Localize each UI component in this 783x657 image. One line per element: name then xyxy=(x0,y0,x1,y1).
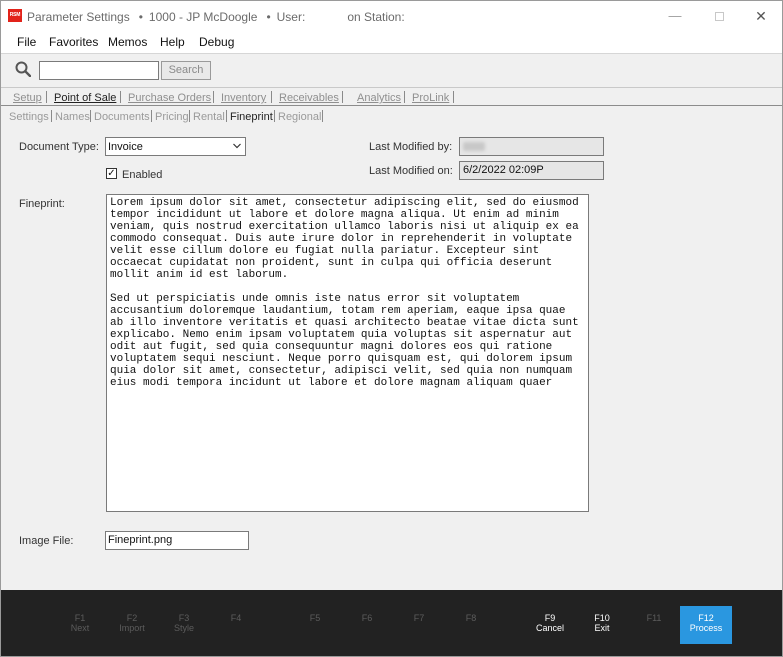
title-store: 1000 - JP McDoogle xyxy=(148,10,258,24)
f7-button[interactable]: F7 xyxy=(393,606,445,644)
fkey-key: F11 xyxy=(646,613,662,623)
image-file-input[interactable]: Fineprint.png xyxy=(105,531,249,550)
fkey-label: Exit xyxy=(594,623,610,633)
window-title: Parameter Settings • 1000 - JP McDoogle • Us… xyxy=(27,10,405,24)
fkey-key: F5 xyxy=(309,613,321,623)
subtab-pricing[interactable]: Pricing xyxy=(155,111,189,123)
subtab-rental[interactable]: Rental xyxy=(193,111,225,123)
fkey-key: F3 xyxy=(178,613,190,623)
fkey-key: F4 xyxy=(230,613,242,623)
subtab-settings[interactable]: Settings xyxy=(9,111,49,123)
fkey-label: Import xyxy=(119,623,145,633)
search-bar: Search xyxy=(1,53,782,86)
menu-file[interactable]: File xyxy=(17,35,36,49)
f12-process-button[interactable]: F12 Process xyxy=(680,606,732,644)
image-file-label: Image File: xyxy=(19,535,74,547)
parameter-settings-window: RSM Parameter Settings • 1000 - JP McDoogl… xyxy=(0,0,783,657)
fineprint-textarea[interactable]: Lorem ipsum dolor sit amet, consectetur … xyxy=(106,194,589,512)
f2-import-button[interactable]: F2 Import xyxy=(106,606,158,644)
f1-next-button[interactable]: F1 Next xyxy=(54,606,106,644)
f8-button[interactable]: F8 xyxy=(445,606,497,644)
menu-help[interactable]: Help xyxy=(160,35,185,49)
fkey-key: F8 xyxy=(465,613,477,623)
document-type-value: Invoice xyxy=(108,141,143,153)
chevron-down-icon xyxy=(233,143,241,149)
subtab-names[interactable]: Names xyxy=(55,111,90,123)
fineprint-label: Fineprint: xyxy=(19,198,65,210)
subtab-regional[interactable]: Regional xyxy=(278,111,321,123)
fkey-key: F12 xyxy=(698,613,714,623)
menu-bar: File Favorites Memos Help Debug xyxy=(1,32,782,53)
f3-style-button[interactable]: F3 Style xyxy=(158,606,210,644)
title-app-name: Parameter Settings xyxy=(27,10,130,24)
tab-setup[interactable]: Setup xyxy=(13,92,42,104)
f11-button[interactable]: F11 xyxy=(628,606,680,644)
menu-favorites[interactable]: Favorites xyxy=(49,35,98,49)
last-modified-on-label: Last Modified on: xyxy=(369,165,453,177)
title-station-label: on Station: xyxy=(347,10,405,24)
last-modified-on-field: 6/2/2022 02:09P xyxy=(459,161,604,180)
fkey-label: Style xyxy=(173,623,194,633)
fkey-key: F9 xyxy=(544,613,556,623)
redacted-user xyxy=(463,142,485,151)
maximize-button[interactable] xyxy=(709,7,729,25)
fkey-key: F2 xyxy=(126,613,138,623)
fkey-key: F6 xyxy=(361,613,373,623)
document-type-select[interactable]: Invoice xyxy=(105,137,246,156)
title-user-label: User: xyxy=(276,10,306,24)
search-input[interactable] xyxy=(39,61,159,80)
minimize-button[interactable]: — xyxy=(665,7,685,25)
fkey-key: F1 xyxy=(74,613,86,623)
last-modified-by-label: Last Modified by: xyxy=(369,141,453,153)
menu-debug[interactable]: Debug xyxy=(199,35,234,49)
menu-memos[interactable]: Memos xyxy=(108,35,147,49)
app-logo: RSM xyxy=(8,9,22,22)
f9-cancel-button[interactable]: F9 Cancel xyxy=(524,606,576,644)
last-modified-by-field xyxy=(459,137,604,156)
f5-button[interactable]: F5 xyxy=(289,606,341,644)
function-key-bar: F1 Next F2 Import F3 Style F4 F5 F6 F7 F8 F… xyxy=(1,590,782,656)
main-tab-row: Setup Point of Sale Purchase Orders Inve… xyxy=(1,87,782,105)
tab-analytics[interactable]: Analytics xyxy=(357,92,401,104)
f6-button[interactable]: F6 xyxy=(341,606,393,644)
f4-button[interactable]: F4 xyxy=(210,606,262,644)
tab-prolink[interactable]: ProLink xyxy=(412,92,449,104)
close-button[interactable]: ✕ xyxy=(751,7,771,25)
fkey-label: Process xyxy=(689,623,723,633)
document-type-label: Document Type: xyxy=(19,141,99,153)
fkey-label: Next xyxy=(70,623,90,633)
tab-point-of-sale[interactable]: Point of Sale xyxy=(54,92,116,104)
subtab-fineprint[interactable]: Fineprint xyxy=(230,111,273,123)
fkey-key: F10 xyxy=(594,613,610,623)
title-bar: RSM Parameter Settings • 1000 - JP McDoogl… xyxy=(1,1,782,32)
f10-exit-button[interactable]: F10 Exit xyxy=(576,606,628,644)
tab-receivables[interactable]: Receivables xyxy=(279,92,339,104)
tab-purchase-orders[interactable]: Purchase Orders xyxy=(128,92,211,104)
sub-tab-row: Settings Names Documents Pricing Rental … xyxy=(1,105,782,125)
enabled-checkbox[interactable]: ✓ xyxy=(106,168,117,179)
tab-inventory[interactable]: Inventory xyxy=(221,92,266,104)
fkey-label: Cancel xyxy=(535,623,564,633)
search-button[interactable]: Search xyxy=(161,61,211,80)
magnifier-icon[interactable] xyxy=(15,61,31,77)
subtab-documents[interactable]: Documents xyxy=(94,111,150,123)
maximize-icon xyxy=(714,12,724,22)
enabled-label: Enabled xyxy=(122,169,163,181)
fkey-key: F7 xyxy=(413,613,425,623)
